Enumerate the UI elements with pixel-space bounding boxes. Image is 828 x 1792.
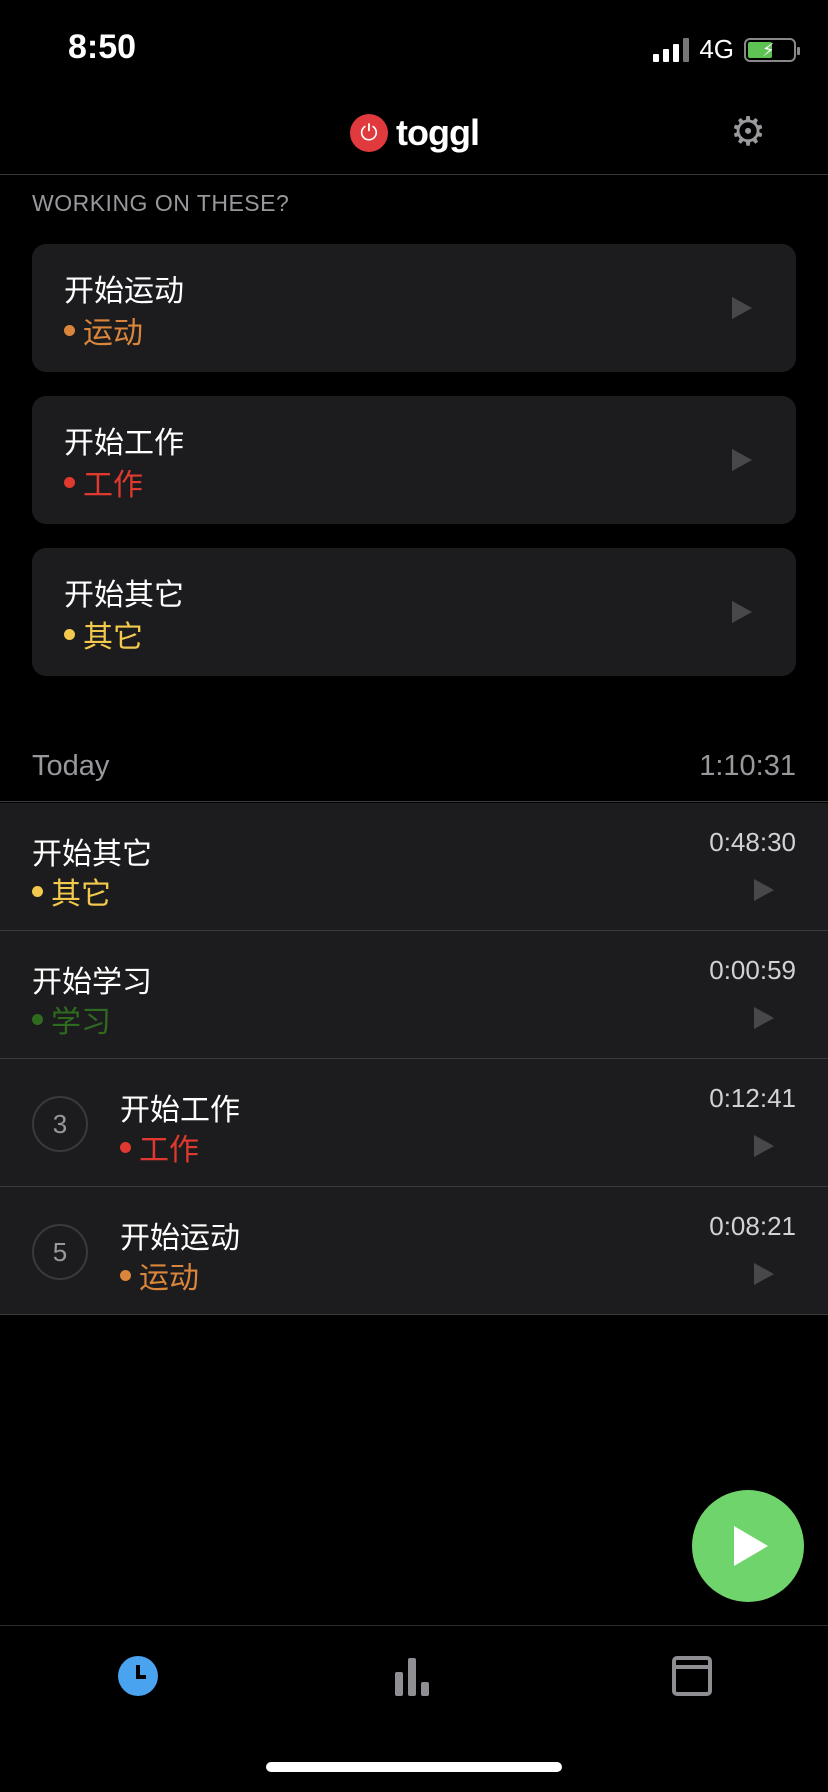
suggestion-card[interactable]: 开始运动 运动 bbox=[32, 244, 796, 372]
project-label: 其它 bbox=[51, 877, 111, 912]
time-entry-group-row[interactable]: 3 开始工作 工作 0:12:41 bbox=[0, 1059, 828, 1187]
entry-title: 开始其它 bbox=[32, 837, 152, 872]
calendar-icon[interactable] bbox=[672, 1656, 712, 1696]
entry-project: 运动 bbox=[120, 1253, 199, 1297]
clock-icon[interactable] bbox=[118, 1656, 158, 1696]
entry-title: 开始学习 bbox=[32, 965, 152, 1000]
battery-icon: ⚡ bbox=[744, 37, 800, 62]
time-entry-row[interactable]: 开始其它 其它 0:48:30 bbox=[0, 803, 828, 931]
project-label: 学习 bbox=[51, 1005, 111, 1040]
suggestions-label: WORKING ON THESE? bbox=[32, 190, 290, 216]
project-dot bbox=[32, 1013, 43, 1025]
suggestion-title: 开始工作 bbox=[64, 426, 184, 461]
power-icon: ⏻ bbox=[350, 114, 388, 152]
gear-icon[interactable]: ⚙ bbox=[728, 112, 768, 152]
time-entry-row[interactable]: 开始学习 学习 0:00:59 bbox=[0, 931, 828, 1059]
suggestion-title: 开始运动 bbox=[64, 274, 184, 309]
project-label: 运动 bbox=[139, 1261, 199, 1296]
network-label: 4G bbox=[699, 34, 734, 64]
project-label: 工作 bbox=[83, 468, 143, 503]
play-icon[interactable] bbox=[754, 879, 774, 901]
signal-icon bbox=[653, 37, 690, 62]
project-dot bbox=[120, 1141, 131, 1153]
toggl-logo: ⏻ toggl bbox=[350, 112, 480, 154]
suggestion-project: 其它 bbox=[64, 612, 143, 656]
suggestion-project: 运动 bbox=[64, 308, 143, 352]
time-entry-group-row[interactable]: 5 开始运动 运动 0:08:21 bbox=[0, 1187, 828, 1315]
today-label: Today bbox=[32, 750, 110, 782]
entry-project: 学习 bbox=[32, 997, 111, 1041]
app-header: ⏻ toggl ⚙ bbox=[0, 100, 828, 175]
play-icon[interactable] bbox=[732, 297, 752, 319]
entry-duration: 0:12:41 bbox=[709, 1083, 796, 1113]
project-label: 运动 bbox=[83, 316, 143, 351]
bar-chart-icon[interactable] bbox=[395, 1656, 435, 1696]
project-dot bbox=[64, 628, 75, 640]
project-label: 工作 bbox=[139, 1133, 199, 1168]
suggestion-card[interactable]: 开始其它 其它 bbox=[32, 548, 796, 676]
status-bar: 8:50 4G ⚡ bbox=[0, 0, 828, 100]
status-time: 8:50 bbox=[68, 28, 137, 66]
play-icon[interactable] bbox=[754, 1263, 774, 1285]
entry-duration: 0:48:30 bbox=[709, 827, 796, 857]
play-icon[interactable] bbox=[754, 1135, 774, 1157]
suggestion-title: 开始其它 bbox=[64, 578, 184, 613]
logo-text: toggl bbox=[396, 112, 480, 153]
entry-project: 其它 bbox=[32, 869, 111, 913]
entry-duration: 0:08:21 bbox=[709, 1211, 796, 1241]
play-icon[interactable] bbox=[754, 1007, 774, 1029]
group-count-badge[interactable]: 5 bbox=[32, 1224, 88, 1280]
suggestion-project: 工作 bbox=[64, 460, 143, 504]
play-icon[interactable] bbox=[732, 601, 752, 623]
start-timer-button[interactable] bbox=[692, 1490, 804, 1602]
entry-duration: 0:00:59 bbox=[709, 955, 796, 985]
group-count-badge[interactable]: 3 bbox=[32, 1096, 88, 1152]
home-indicator[interactable] bbox=[266, 1762, 562, 1772]
project-label: 其它 bbox=[83, 620, 143, 655]
entry-project: 工作 bbox=[120, 1125, 199, 1169]
play-icon bbox=[734, 1526, 768, 1566]
project-dot bbox=[64, 324, 75, 336]
project-dot bbox=[120, 1269, 131, 1281]
today-total: 1:10:31 bbox=[699, 750, 796, 782]
status-indicators: 4G ⚡ bbox=[653, 34, 800, 65]
play-icon[interactable] bbox=[732, 449, 752, 471]
project-dot bbox=[32, 885, 43, 897]
project-dot bbox=[64, 476, 75, 488]
suggestion-card[interactable]: 开始工作 工作 bbox=[32, 396, 796, 524]
today-header: Today 1:10:31 bbox=[0, 740, 828, 802]
entry-title: 开始运动 bbox=[120, 1221, 240, 1256]
entry-title: 开始工作 bbox=[120, 1093, 240, 1128]
